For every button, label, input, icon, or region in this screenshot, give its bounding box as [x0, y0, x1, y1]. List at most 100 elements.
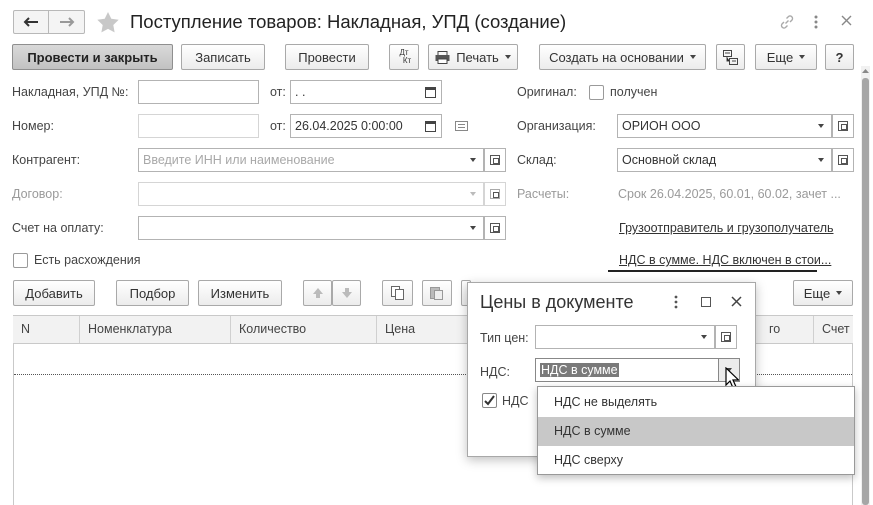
date-from-label: от: [270, 85, 286, 99]
discrepancies-checkbox[interactable] [13, 253, 28, 268]
settlements-label: Расчеты: [517, 187, 570, 201]
payment-account-label: Счет на оплату: [12, 221, 104, 235]
chevron-down-icon [469, 192, 476, 196]
vat-option-in-sum[interactable]: НДС в сумме [538, 417, 854, 446]
open-payment-account-button[interactable] [484, 216, 506, 240]
change-button[interactable]: Изменить [198, 280, 282, 306]
open-warehouse-button[interactable] [832, 148, 854, 172]
vat-field[interactable]: НДС в сумме [535, 358, 740, 382]
create-based-on-button[interactable]: Создать на основании [539, 44, 706, 70]
dropdown-button[interactable] [462, 217, 483, 239]
price-type-label: Тип цен: [480, 331, 529, 345]
post-and-close-button[interactable]: Провести и закрыть [12, 44, 173, 70]
payment-account-field[interactable] [138, 216, 484, 240]
vat-value-selected: НДС в сумме [540, 363, 619, 377]
scrollbar-thumb[interactable] [862, 78, 869, 505]
open-counterparty-button[interactable] [484, 148, 506, 172]
scroll-up-icon[interactable] [862, 68, 869, 73]
save-button[interactable]: Записать [181, 44, 265, 70]
copy-button[interactable] [382, 280, 413, 306]
original-label: Оригинал: [517, 85, 577, 99]
organization-label: Организация: [517, 119, 596, 133]
comment-icon[interactable] [455, 121, 468, 131]
dropdown-button[interactable] [810, 149, 831, 171]
vat-label: НДС: [480, 365, 510, 379]
open-icon [721, 332, 731, 342]
column-header-number[interactable]: N [13, 316, 80, 343]
pick-button[interactable]: Подбор [116, 280, 189, 306]
chevron-down-icon [469, 158, 476, 162]
dialog-title: Цены в документе [480, 292, 634, 312]
close-icon[interactable] [731, 296, 742, 307]
vat-option-on-top[interactable]: НДС сверху [538, 446, 854, 475]
calendar-button[interactable] [420, 115, 441, 137]
post-button[interactable]: Провести [285, 44, 369, 70]
open-contract-button[interactable] [484, 182, 506, 206]
dropdown-button[interactable] [462, 149, 483, 171]
open-price-type-button[interactable] [715, 325, 737, 349]
calendar-button[interactable] [420, 81, 441, 103]
more-vertical-icon[interactable] [812, 14, 820, 30]
chevron-down-icon [799, 55, 806, 59]
number-field[interactable] [138, 114, 259, 138]
page-title: Поступление товаров: Накладная, УПД (соз… [130, 11, 567, 32]
column-header-quantity[interactable]: Количество [231, 316, 377, 343]
document-date-field[interactable]: 26.04.2025 0:00:00 [290, 114, 442, 138]
dropdown-button[interactable] [810, 115, 831, 137]
counterparty-field[interactable]: Введите ИНН или наименование [138, 148, 484, 172]
open-icon [490, 189, 500, 199]
column-header-total[interactable]: го [757, 316, 814, 343]
open-organization-button[interactable] [832, 114, 854, 138]
back-button[interactable] [13, 10, 49, 34]
table-more-button[interactable]: Еще [793, 280, 853, 306]
paste-button[interactable] [422, 280, 452, 306]
chevron-down-icon [836, 291, 843, 295]
close-window-icon[interactable] [841, 15, 852, 26]
vat-settings-link[interactable]: НДС в сумме. НДС включен в стои... [619, 253, 831, 267]
contract-field[interactable] [138, 182, 484, 206]
help-button[interactable]: ? [825, 44, 854, 70]
column-header-account[interactable]: Счет [814, 316, 853, 343]
arrow-right-icon [59, 17, 74, 27]
star-favorite-icon[interactable] [96, 11, 120, 33]
contract-label: Договор: [12, 187, 63, 201]
vat-dropdown-list: НДС не выделять НДС в сумме НДС сверху [537, 386, 855, 475]
maximize-icon[interactable] [701, 297, 711, 307]
add-row-button[interactable]: Добавить [13, 280, 95, 306]
counterparty-label: Контрагент: [12, 153, 81, 167]
vat-link-underline [608, 270, 817, 272]
move-up-button[interactable] [303, 280, 332, 306]
invoice-number-field[interactable] [138, 80, 259, 104]
structure-button[interactable] [716, 44, 745, 70]
scrollbar[interactable] [861, 66, 870, 505]
column-header-nomenclature[interactable]: Номенклатура [80, 316, 231, 343]
open-icon [838, 155, 848, 165]
link-icon[interactable] [779, 14, 795, 30]
shipper-consignee-link[interactable]: Грузоотправитель и грузополучатель [619, 221, 834, 235]
vat-included-checkbox[interactable] [482, 393, 497, 408]
more-vertical-icon[interactable] [673, 295, 679, 309]
received-checkbox[interactable] [589, 85, 604, 100]
column-header-price[interactable]: Цена [377, 316, 477, 343]
vat-option-no-vat[interactable]: НДС не выделять [538, 388, 854, 417]
print-button[interactable]: Печать [428, 44, 518, 70]
arrow-up-icon [312, 288, 323, 298]
arrow-down-icon [341, 288, 352, 298]
chevron-down-icon [689, 55, 696, 59]
copy-icon [390, 286, 404, 300]
organization-field[interactable]: ОРИОН ООО [617, 114, 832, 138]
invoice-date-field[interactable]: . . [290, 80, 442, 104]
dropdown-button[interactable] [693, 326, 714, 348]
dt-kt-icon: Дт Кт [399, 48, 412, 65]
move-down-button[interactable] [332, 280, 361, 306]
chevron-down-icon [700, 335, 707, 339]
settlements-value[interactable]: Срок 26.04.2025, 60.01, 60.02, зачет ... [618, 187, 841, 201]
calendar-icon [425, 120, 436, 132]
forward-button[interactable] [49, 10, 85, 34]
dropdown-button[interactable] [462, 183, 483, 205]
more-button[interactable]: Еще [755, 44, 817, 70]
dt-kt-button[interactable]: Дт Кт [389, 44, 419, 70]
warehouse-field[interactable]: Основной склад [617, 148, 832, 172]
price-type-field[interactable] [535, 325, 715, 349]
date-from-label-2: от: [270, 119, 286, 133]
